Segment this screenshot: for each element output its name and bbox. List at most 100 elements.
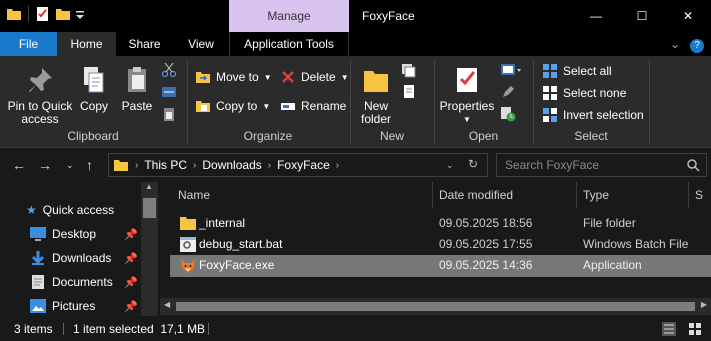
- group-label-select: Select: [574, 129, 608, 143]
- close-button[interactable]: ✕: [665, 0, 711, 32]
- search-input[interactable]: Search FoxyFace: [496, 153, 707, 177]
- copy-path-icon[interactable]: [161, 84, 177, 100]
- tab-view[interactable]: View: [173, 32, 229, 56]
- pin-icon[interactable]: 📌: [124, 228, 138, 241]
- pin-icon[interactable]: 📌: [124, 300, 138, 313]
- new-item-icon[interactable]: [401, 62, 419, 78]
- refresh-icon[interactable]: ↻: [468, 157, 478, 171]
- table-row[interactable]: _internal 09.05.2025 18:56 File folder: [170, 213, 711, 234]
- nav-item-downloads[interactable]: Downloads 📌: [0, 246, 158, 270]
- select-all-label: Select all: [563, 64, 612, 78]
- properties-button[interactable]: Properties ▼: [439, 64, 495, 126]
- copy-label: Copy: [79, 99, 108, 113]
- scrollbar-thumb[interactable]: [176, 302, 695, 311]
- navigation-pane: ★ Quick access Desktop 📌 Downloads 📌 Doc…: [0, 182, 158, 316]
- minimize-button[interactable]: —: [573, 0, 619, 32]
- column-header-size[interactable]: S: [689, 182, 711, 208]
- open-icon[interactable]: [500, 62, 522, 78]
- nav-item-quick-access[interactable]: ★ Quick access: [0, 198, 158, 222]
- breadcrumb-foxyface[interactable]: FoxyFace: [277, 158, 330, 172]
- address-bar[interactable]: › This PC › Downloads › FoxyFace ›: [108, 153, 488, 177]
- invert-selection-label: Invert selection: [563, 108, 644, 122]
- file-list-horizontal-scrollbar[interactable]: ◀ ▶: [160, 298, 711, 315]
- rename-icon: [281, 103, 295, 110]
- new-folder-icon[interactable]: [55, 6, 71, 22]
- help-icon[interactable]: ?: [688, 32, 706, 56]
- address-dropdown-icon[interactable]: ⌄: [446, 160, 454, 171]
- paste-shortcut-icon[interactable]: [161, 106, 177, 122]
- copy-button[interactable]: Copy: [76, 64, 112, 113]
- help-label: ?: [690, 39, 704, 53]
- scroll-up-icon[interactable]: ▲: [145, 182, 153, 191]
- select-none-button[interactable]: Select none: [542, 85, 626, 101]
- tab-application-tools[interactable]: Application Tools: [229, 32, 349, 56]
- invert-selection-button[interactable]: Invert selection: [542, 107, 644, 123]
- copy-to-button[interactable]: Copy to ▼: [195, 98, 270, 114]
- column-header-type[interactable]: Type: [577, 182, 689, 208]
- paste-button[interactable]: Paste: [118, 64, 156, 113]
- search-icon: [687, 159, 700, 172]
- rename-button[interactable]: Rename: [280, 98, 346, 114]
- maximize-button[interactable]: ☐: [619, 0, 665, 32]
- nav-item-desktop[interactable]: Desktop 📌: [0, 222, 158, 246]
- window-title: FoxyFace: [362, 9, 415, 23]
- breadcrumb-separator-icon: ›: [267, 159, 272, 171]
- edit-icon[interactable]: [500, 84, 516, 100]
- select-all-icon: [543, 64, 557, 78]
- documents-icon: [32, 275, 44, 289]
- cut-icon[interactable]: [161, 62, 177, 78]
- back-arrow-icon[interactable]: ←: [12, 157, 26, 173]
- folder-icon: [114, 160, 128, 171]
- fox-app-icon: [181, 259, 195, 273]
- tab-share[interactable]: Share: [116, 32, 173, 56]
- group-label-organize: Organize: [243, 129, 293, 143]
- ribbon-expand-icon[interactable]: ⌄: [665, 32, 685, 56]
- nav-item-pictures[interactable]: Pictures 📌: [0, 294, 158, 318]
- delete-button[interactable]: Delete ▼: [280, 69, 349, 85]
- rename-label: Rename: [301, 99, 347, 113]
- nav-item-documents[interactable]: Documents 📌: [0, 270, 158, 294]
- breadcrumb-this-pc[interactable]: This PC: [144, 158, 187, 172]
- file-type: File folder: [583, 216, 636, 230]
- delete-label: Delete: [301, 70, 336, 84]
- move-to-button[interactable]: Move to ▼: [195, 69, 272, 85]
- breadcrumb-downloads[interactable]: Downloads: [202, 158, 261, 172]
- tab-home[interactable]: Home: [57, 32, 116, 56]
- file-date: 09.05.2025 18:56: [439, 216, 533, 230]
- scrollbar-thumb[interactable]: [143, 198, 156, 218]
- details-view-icon[interactable]: [662, 322, 676, 336]
- status-bar: 3 items 1 item selected 17,1 MB: [0, 317, 711, 341]
- pin-icon: [29, 68, 52, 92]
- chevron-down-icon: ▼: [340, 72, 349, 82]
- scroll-right-icon[interactable]: ▶: [701, 300, 707, 309]
- recent-locations-chevron-icon[interactable]: ⌄: [66, 160, 74, 171]
- easy-access-icon[interactable]: [401, 84, 419, 100]
- scroll-left-icon[interactable]: ◀: [164, 300, 170, 309]
- new-folder-button[interactable]: New folder: [356, 64, 396, 126]
- column-header-date-modified[interactable]: Date modified: [433, 182, 577, 208]
- folder-icon: [180, 217, 196, 230]
- tab-file[interactable]: File: [0, 32, 57, 56]
- breadcrumb-separator-icon: ›: [335, 159, 340, 171]
- star-icon: ★: [26, 203, 37, 217]
- nav-item-label: Downloads: [52, 251, 112, 265]
- table-row-selected[interactable]: FoxyFace.exe 09.05.2025 14:36 Applicatio…: [170, 255, 711, 277]
- status-item-count: 3 items: [14, 322, 53, 336]
- pin-to-quick-access-button[interactable]: Pin to Quick access: [6, 64, 74, 126]
- customize-toolbar-icon[interactable]: [75, 6, 85, 22]
- history-icon[interactable]: [500, 106, 516, 122]
- forward-arrow-icon[interactable]: →: [38, 157, 52, 173]
- up-arrow-icon[interactable]: ↑: [86, 157, 93, 173]
- table-row[interactable]: debug_start.bat 09.05.2025 17:55 Windows…: [170, 234, 711, 255]
- nav-pane-scrollbar[interactable]: ▲: [141, 182, 158, 316]
- properties-check-icon[interactable]: [35, 6, 51, 22]
- pin-icon[interactable]: 📌: [124, 276, 138, 289]
- pin-icon[interactable]: 📌: [124, 252, 138, 265]
- batch-file-icon: [180, 237, 196, 252]
- new-folder-icon: [364, 71, 388, 92]
- navigation-bar: ← → ⌄ ↑ › This PC › Downloads › FoxyFace…: [0, 149, 711, 181]
- column-header-name[interactable]: Name: [172, 182, 433, 208]
- select-all-button[interactable]: Select all: [542, 63, 612, 79]
- large-icons-view-icon[interactable]: [688, 322, 702, 336]
- chevron-down-icon: ▼: [263, 72, 272, 82]
